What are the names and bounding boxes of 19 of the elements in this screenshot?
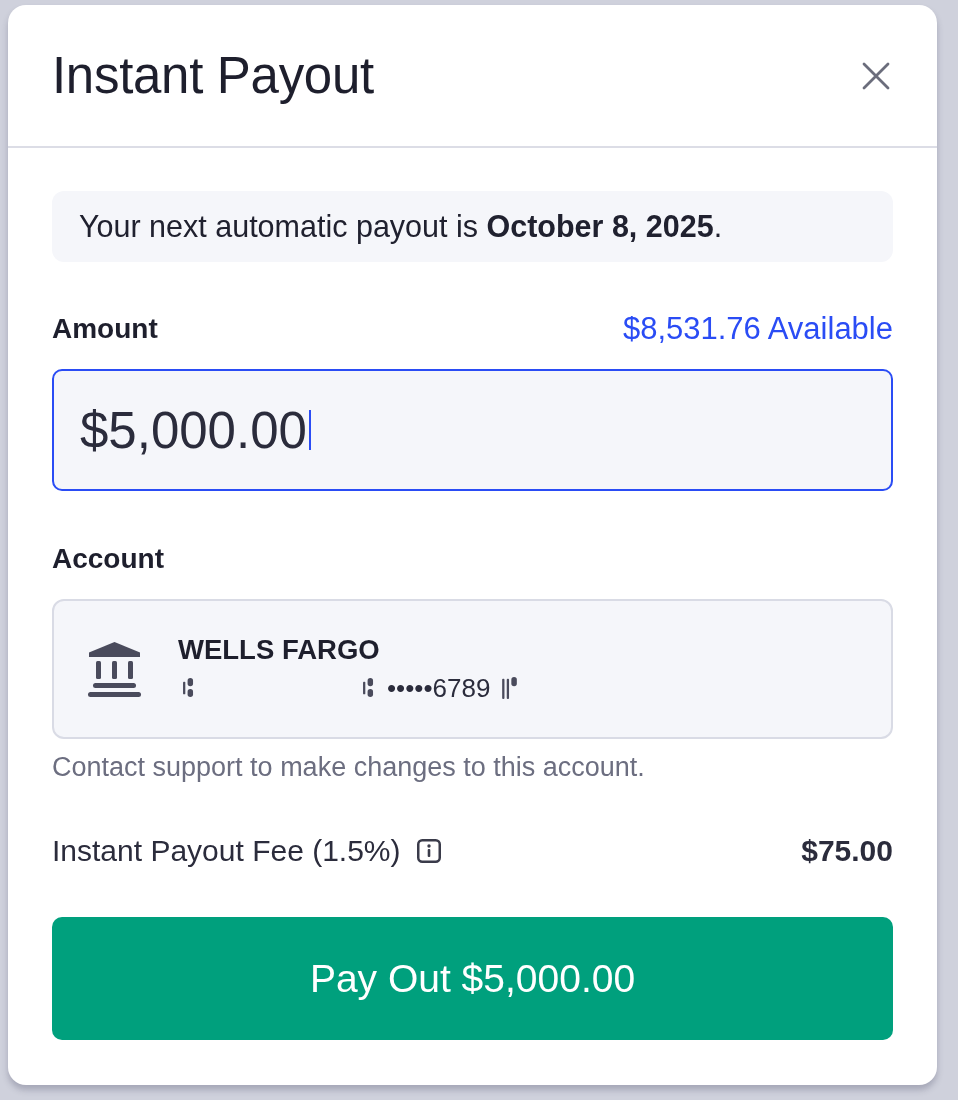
bank-icon: [87, 640, 142, 698]
bars-dot-icon: [502, 677, 518, 699]
amount-field[interactable]: $5,000.00: [52, 369, 893, 491]
info-icon[interactable]: [416, 839, 441, 863]
available-balance-link[interactable]: $8,531.76 Available: [622, 311, 893, 347]
masked-account-number: •••••6789: [387, 672, 491, 704]
account-help-text: Contact support to make changes to this account.: [52, 752, 645, 782]
fee-label: Instant Payout Fee (1.5%): [52, 834, 401, 868]
close-icon: [862, 61, 890, 90]
bank-name: WELLS FARGO: [178, 634, 380, 666]
text-cursor-icon: [308, 410, 311, 450]
pay-out-button[interactable]: Pay Out $5,000.00: [52, 917, 893, 1040]
payout-date-notice: Your next automatic payout is October 8, 2025.: [52, 191, 893, 262]
account-label: Account: [52, 543, 164, 575]
fee-amount: $75.00: [801, 834, 893, 868]
bar-dots-icon: [363, 678, 374, 698]
dialog-title: Instant Payout: [52, 45, 374, 106]
amount-label: Amount: [52, 313, 158, 345]
bar-dots-icon: [183, 678, 194, 698]
